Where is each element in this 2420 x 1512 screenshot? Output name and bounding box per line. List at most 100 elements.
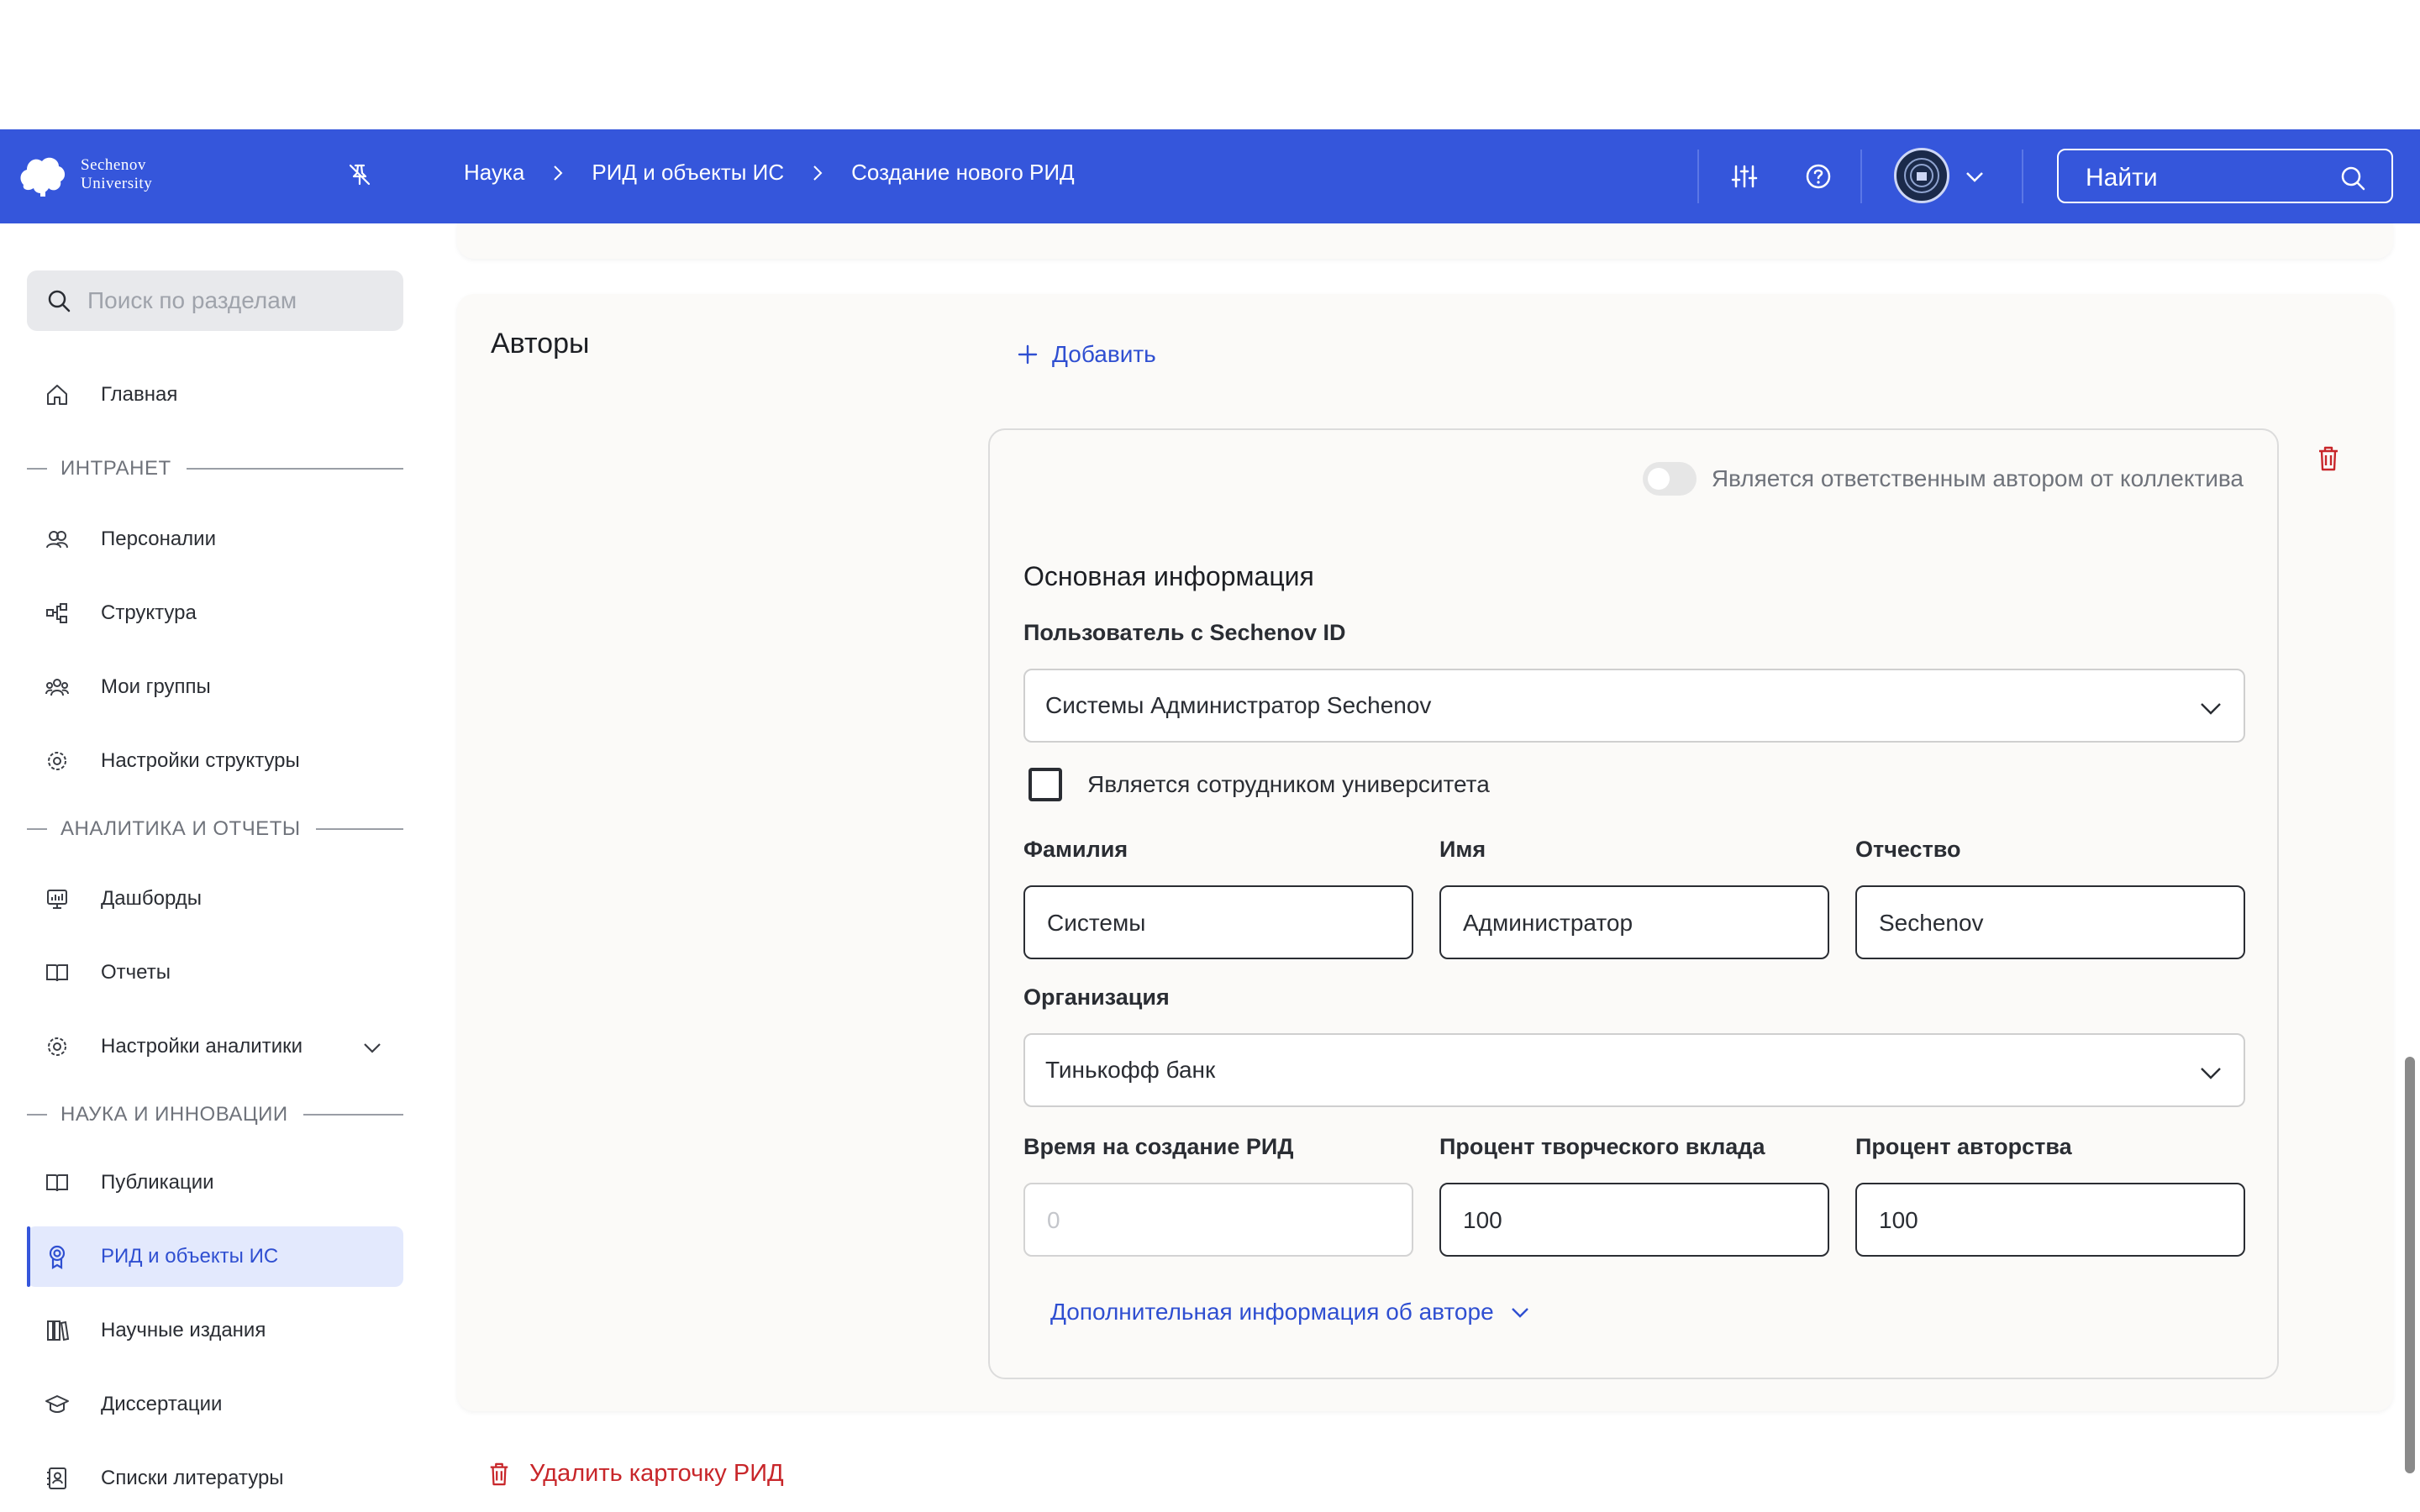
chevron-right-icon [813,165,823,181]
creative-percent-field[interactable]: 100 [1439,1183,1829,1257]
search-icon [48,290,71,312]
trash-icon[interactable] [2316,445,2341,472]
section-science: НАУКА И ИННОВАЦИИ [27,1102,403,1127]
breadcrumb: Наука РИД и объекты ИС Создание нового Р… [464,160,1075,186]
sidebar-item-label: Персоналии [101,528,216,550]
people-icon [46,531,68,549]
responsible-author-toggle[interactable] [1642,462,1697,496]
graduation-cap-icon [45,1395,69,1413]
structure-icon [46,603,67,623]
delete-rid-card-button[interactable]: Удалить карточку РИД [487,1460,784,1488]
header-divider [2022,150,2023,203]
chevron-down-icon[interactable] [1963,165,1986,188]
books-icon [47,1320,70,1341]
sidebar-item-label: Публикации [101,1171,214,1194]
header-divider [1697,150,1699,203]
sidebar: Поиск по разделам Главная ИНТРАНЕТ Персо… [0,223,437,1512]
patronymic-value: Sechenov [1879,910,1984,936]
unpin-sidebar-icon[interactable] [346,161,373,188]
scrollbar-thumb[interactable] [2405,1057,2415,1473]
section-label: НАУКА И ИННОВАЦИИ [60,1103,288,1126]
chevron-down-icon[interactable] [361,1037,383,1058]
home-icon [47,385,67,405]
sidebar-search-placeholder: Поиск по разделам [87,287,297,313]
patronymic-label: Отчество [1855,837,1961,862]
sidebar-item-rid[interactable]: РИД и объекты ИС [27,1226,403,1287]
sidebar-item-reports[interactable]: Отчеты [27,942,403,1003]
section-label: ИНТРАНЕТ [60,457,171,480]
filter-settings-icon[interactable] [1728,160,1761,193]
authors-title: Авторы [491,328,590,360]
sidebar-item-journals[interactable]: Научные издания [27,1300,403,1361]
gear-icon [48,1037,66,1056]
sechenov-logo[interactable]: Sechenov University [17,151,152,198]
dashboard-icon [47,890,67,909]
sidebar-item-persons[interactable]: Персоналии [27,509,403,570]
sidebar-item-label: Диссертации [101,1393,223,1415]
add-author-button[interactable]: Добавить [1017,341,1156,368]
sidebar-item-structure[interactable]: Структура [27,583,403,643]
sidebar-item-label: Научные издания [101,1319,266,1341]
surname-field[interactable]: Системы [1023,885,1413,959]
sidebar-item-label: Структура [101,601,197,624]
sidebar-item-label: Списки литературы [101,1467,284,1489]
help-icon[interactable] [1802,160,1835,193]
sidebar-item-bibliography[interactable]: Списки литературы [27,1448,403,1509]
sidebar-item-label: РИД и объекты ИС [101,1245,279,1268]
search-icon[interactable] [2339,165,2366,192]
gear-icon [48,752,66,770]
creation-time-label: Время на создание РИД [1023,1134,1294,1159]
sidebar-item-publications[interactable]: Публикации [27,1152,403,1213]
authorship-percent-field[interactable]: 100 [1855,1183,2245,1257]
organization-label: Организация [1023,984,1170,1010]
employee-checkbox-label: Является сотрудником университета [1087,771,1490,797]
user-label: Пользователь с Sechenov ID [1023,620,1346,645]
sidebar-item-label: Мои группы [101,675,211,698]
chevron-down-icon [1511,1308,1528,1318]
sidebar-item-structure-settings[interactable]: Настройки структуры [27,731,403,791]
sidebar-item-label: Настройки аналитики [101,1035,303,1058]
user-select[interactable]: Системы Администратор Sechenov [1023,669,2245,743]
additional-author-info-label: Дополнительная информация об авторе [1050,1299,1494,1325]
global-search-input[interactable]: Найти [2057,149,2393,203]
responsible-author-toggle-row: Является ответственным автором от коллек… [1642,462,2244,496]
contact-book-icon [47,1467,66,1489]
sidebar-item-home[interactable]: Главная [27,365,403,425]
add-author-label: Добавить [1052,341,1156,367]
logo-line2: University [81,175,153,192]
sidebar-item-dashboards[interactable]: Дашборды [27,869,403,929]
sidebar-item-label: Настройки структуры [101,749,300,772]
creation-time-field[interactable]: 0 [1023,1183,1413,1257]
trash-icon [490,1462,508,1485]
avatar[interactable] [1894,148,1949,203]
breadcrumb-rid[interactable]: РИД и объекты ИС [592,160,784,186]
organization-select-value: Тинькофф банк [1045,1057,1216,1083]
group-icon [45,679,69,696]
plus-icon [1018,344,1038,365]
sidebar-item-label: Дашборды [101,887,202,910]
header-divider [1860,150,1862,203]
logo-line1: Sechenov [81,156,146,174]
sidebar-item-label: Отчеты [101,961,171,984]
creative-percent-value: 100 [1463,1207,1502,1233]
name-field[interactable]: Администратор [1439,885,1829,959]
employee-checkbox[interactable] [1028,768,1062,801]
sidebar-item-my-groups[interactable]: Мои группы [27,657,403,717]
author-form: Является ответственным автором от коллек… [988,428,2279,1379]
creation-time-placeholder: 0 [1047,1207,1060,1233]
name-value: Администратор [1463,910,1634,936]
additional-author-info-toggle[interactable]: Дополнительная информация об авторе [1050,1299,1531,1326]
patronymic-field[interactable]: Sechenov [1855,885,2245,959]
section-analytics: АНАЛИТИКА И ОТЧЕТЫ [27,816,403,842]
chevron-right-icon [554,165,563,181]
top-bar: Sechenov University Наука РИД и объекты … [0,129,2420,223]
organization-select[interactable]: Тинькофф банк [1023,1033,2245,1107]
breadcrumb-science[interactable]: Наука [464,160,524,186]
previous-section-card [457,223,2393,259]
global-search-placeholder: Найти [2086,164,2158,192]
sidebar-item-dissertations[interactable]: Диссертации [27,1374,403,1435]
award-icon [49,1245,66,1269]
sidebar-search-input[interactable]: Поиск по разделам [27,270,403,331]
employee-checkbox-row[interactable]: Является сотрудником университета [1028,768,1490,801]
sidebar-item-analytics-settings[interactable]: Настройки аналитики [27,1016,403,1077]
